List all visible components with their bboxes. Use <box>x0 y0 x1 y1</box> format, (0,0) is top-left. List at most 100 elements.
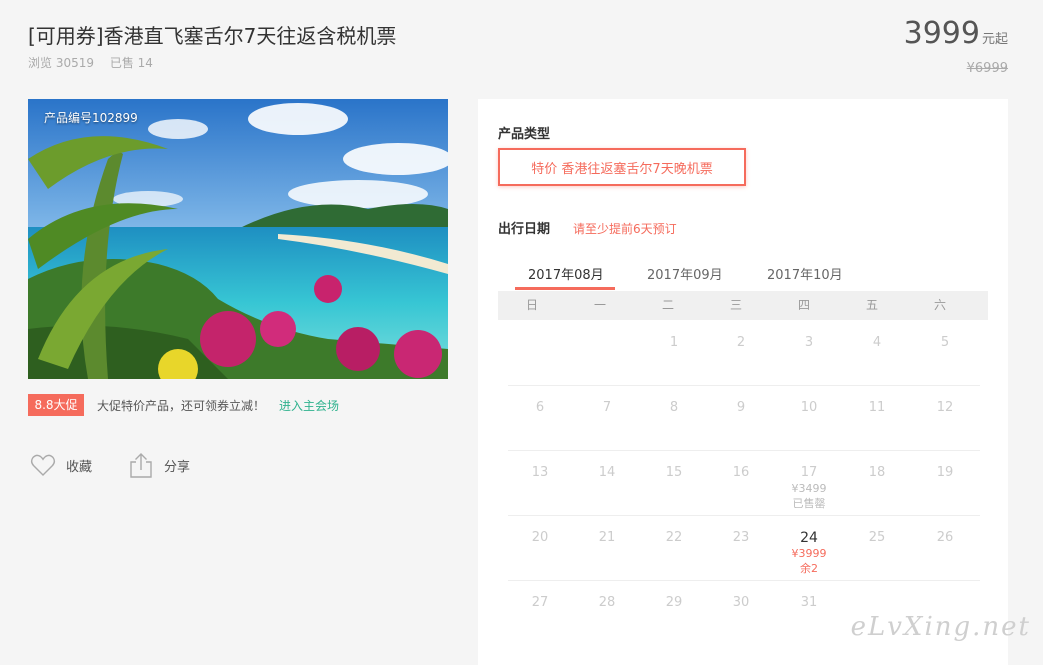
day-number: 13 <box>531 465 549 480</box>
day-status: 余2 <box>800 562 818 575</box>
day-number: 3 <box>804 335 814 350</box>
share-label: 分享 <box>164 459 191 475</box>
product-stats: 浏览 30519 已售 14 <box>28 54 153 71</box>
product-code: 产品编号102899 <box>44 111 138 125</box>
share-icon <box>128 452 154 478</box>
product-type-option[interactable]: 特价 香港往返塞舌尔7天晚机票 <box>498 148 746 186</box>
day-number: 6 <box>535 400 545 415</box>
day-number: 8 <box>669 400 679 415</box>
day-number: 23 <box>732 530 750 545</box>
favorite-button[interactable]: 收藏 <box>30 450 92 480</box>
day-number: 26 <box>936 530 954 545</box>
tab-month-aug[interactable]: 2017年08月 <box>528 264 604 283</box>
day-number: 1 <box>669 335 679 350</box>
day-number: 28 <box>598 595 616 610</box>
day-number: 14 <box>598 465 616 480</box>
calendar-week-row: 13 14 15 16 17 ¥3499 已售罄 18 19 <box>508 451 980 516</box>
day-number: 27 <box>531 595 549 610</box>
tab-month-sep[interactable]: 2017年09月 <box>647 264 723 283</box>
calendar-day-8: 8 <box>640 386 708 450</box>
original-price: ¥6999 <box>966 61 1008 76</box>
calendar-week-row: 1 2 3 4 5 <box>508 321 980 386</box>
day-price: ¥3499 <box>791 482 827 495</box>
calendar-day-4: 4 <box>843 321 911 385</box>
active-tab-indicator <box>515 287 615 290</box>
day-status: 已售罄 <box>792 497 826 510</box>
day-number: 20 <box>531 530 549 545</box>
day-number: 9 <box>736 400 746 415</box>
calendar-day-27: 27 <box>506 581 574 645</box>
price-unit: 元起 <box>981 32 1008 47</box>
calendar-day-13: 13 <box>506 451 574 515</box>
travel-date-label: 出行日期 <box>498 222 551 237</box>
view-count: 浏览 30519 <box>28 56 94 70</box>
day-number: 15 <box>665 465 683 480</box>
heart-icon <box>30 453 56 477</box>
weekday-sat: 六 <box>933 298 946 312</box>
calendar-day-26: 26 <box>911 516 979 580</box>
promo-badge: 8.8大促 <box>28 394 84 416</box>
main-venue-link[interactable]: 进入主会场 <box>279 397 339 414</box>
watermark: eLvXing.net <box>850 612 1031 642</box>
calendar-day-14: 14 <box>573 451 641 515</box>
day-number: 24 <box>800 530 818 546</box>
day-number: 30 <box>732 595 750 610</box>
calendar-day-24[interactable]: 24 ¥3999 余2 <box>775 516 843 580</box>
calendar-day-7: 7 <box>573 386 641 450</box>
product-type-label: 产品类型 <box>498 127 551 142</box>
calendar-day-3: 3 <box>775 321 843 385</box>
weekday-tue: 二 <box>661 298 674 312</box>
day-number: 4 <box>872 335 882 350</box>
calendar-day-20: 20 <box>506 516 574 580</box>
calendar-day-15: 15 <box>640 451 708 515</box>
favorite-label: 收藏 <box>66 459 93 475</box>
calendar-day-1: 1 <box>640 321 708 385</box>
day-number: 22 <box>665 530 683 545</box>
day-number: 31 <box>800 595 818 610</box>
calendar-day-6: 6 <box>506 386 574 450</box>
price: 3999 元起 <box>904 16 1008 51</box>
calendar-day-30: 30 <box>707 581 775 645</box>
weekday-mon: 一 <box>593 298 606 312</box>
weekday-wed: 三 <box>729 298 742 312</box>
calendar-day-31: 31 <box>775 581 843 645</box>
day-number: 7 <box>602 400 612 415</box>
calendar-day-19: 19 <box>911 451 979 515</box>
sold-count: 已售 14 <box>109 56 153 70</box>
calendar-day-12: 12 <box>911 386 979 450</box>
day-number: 19 <box>936 465 954 480</box>
day-number: 18 <box>868 465 886 480</box>
day-number: 29 <box>665 595 683 610</box>
weekday-thu: 四 <box>797 298 810 312</box>
booking-hint: 请至少提前6天预订 <box>573 222 677 236</box>
calendar-day-18: 18 <box>843 451 911 515</box>
calendar-day-2: 2 <box>707 321 775 385</box>
calendar-day-29: 29 <box>640 581 708 645</box>
calendar-day-28: 28 <box>573 581 641 645</box>
calendar-day-16: 16 <box>707 451 775 515</box>
tab-month-oct[interactable]: 2017年10月 <box>767 264 843 283</box>
calendar-day-21: 21 <box>573 516 641 580</box>
calendar-day-5: 5 <box>911 321 979 385</box>
day-number: 25 <box>868 530 886 545</box>
calendar-week-row: 20 21 22 23 24 ¥3999 余2 25 26 <box>508 516 980 581</box>
day-number: 11 <box>868 400 886 415</box>
calendar-day-17: 17 ¥3499 已售罄 <box>775 451 843 515</box>
day-number: 17 <box>800 465 818 480</box>
day-number: 2 <box>736 335 746 350</box>
day-number: 21 <box>598 530 616 545</box>
page-title: [可用券]香港直飞塞舌尔7天往返含税机票 <box>28 24 397 48</box>
calendar-weekday-header: 日 一 二 三 四 五 六 <box>498 291 988 320</box>
share-button[interactable]: 分享 <box>128 450 190 480</box>
day-price: ¥3999 <box>791 547 827 560</box>
calendar-day-11: 11 <box>843 386 911 450</box>
day-number: 10 <box>800 400 818 415</box>
calendar-day-10: 10 <box>775 386 843 450</box>
weekday-fri: 五 <box>865 298 878 312</box>
product-image <box>28 99 448 379</box>
weekday-sun: 日 <box>525 298 538 312</box>
calendar-day-9: 9 <box>707 386 775 450</box>
day-number: 5 <box>940 335 950 350</box>
calendar-day-22: 22 <box>640 516 708 580</box>
day-number: 16 <box>732 465 750 480</box>
